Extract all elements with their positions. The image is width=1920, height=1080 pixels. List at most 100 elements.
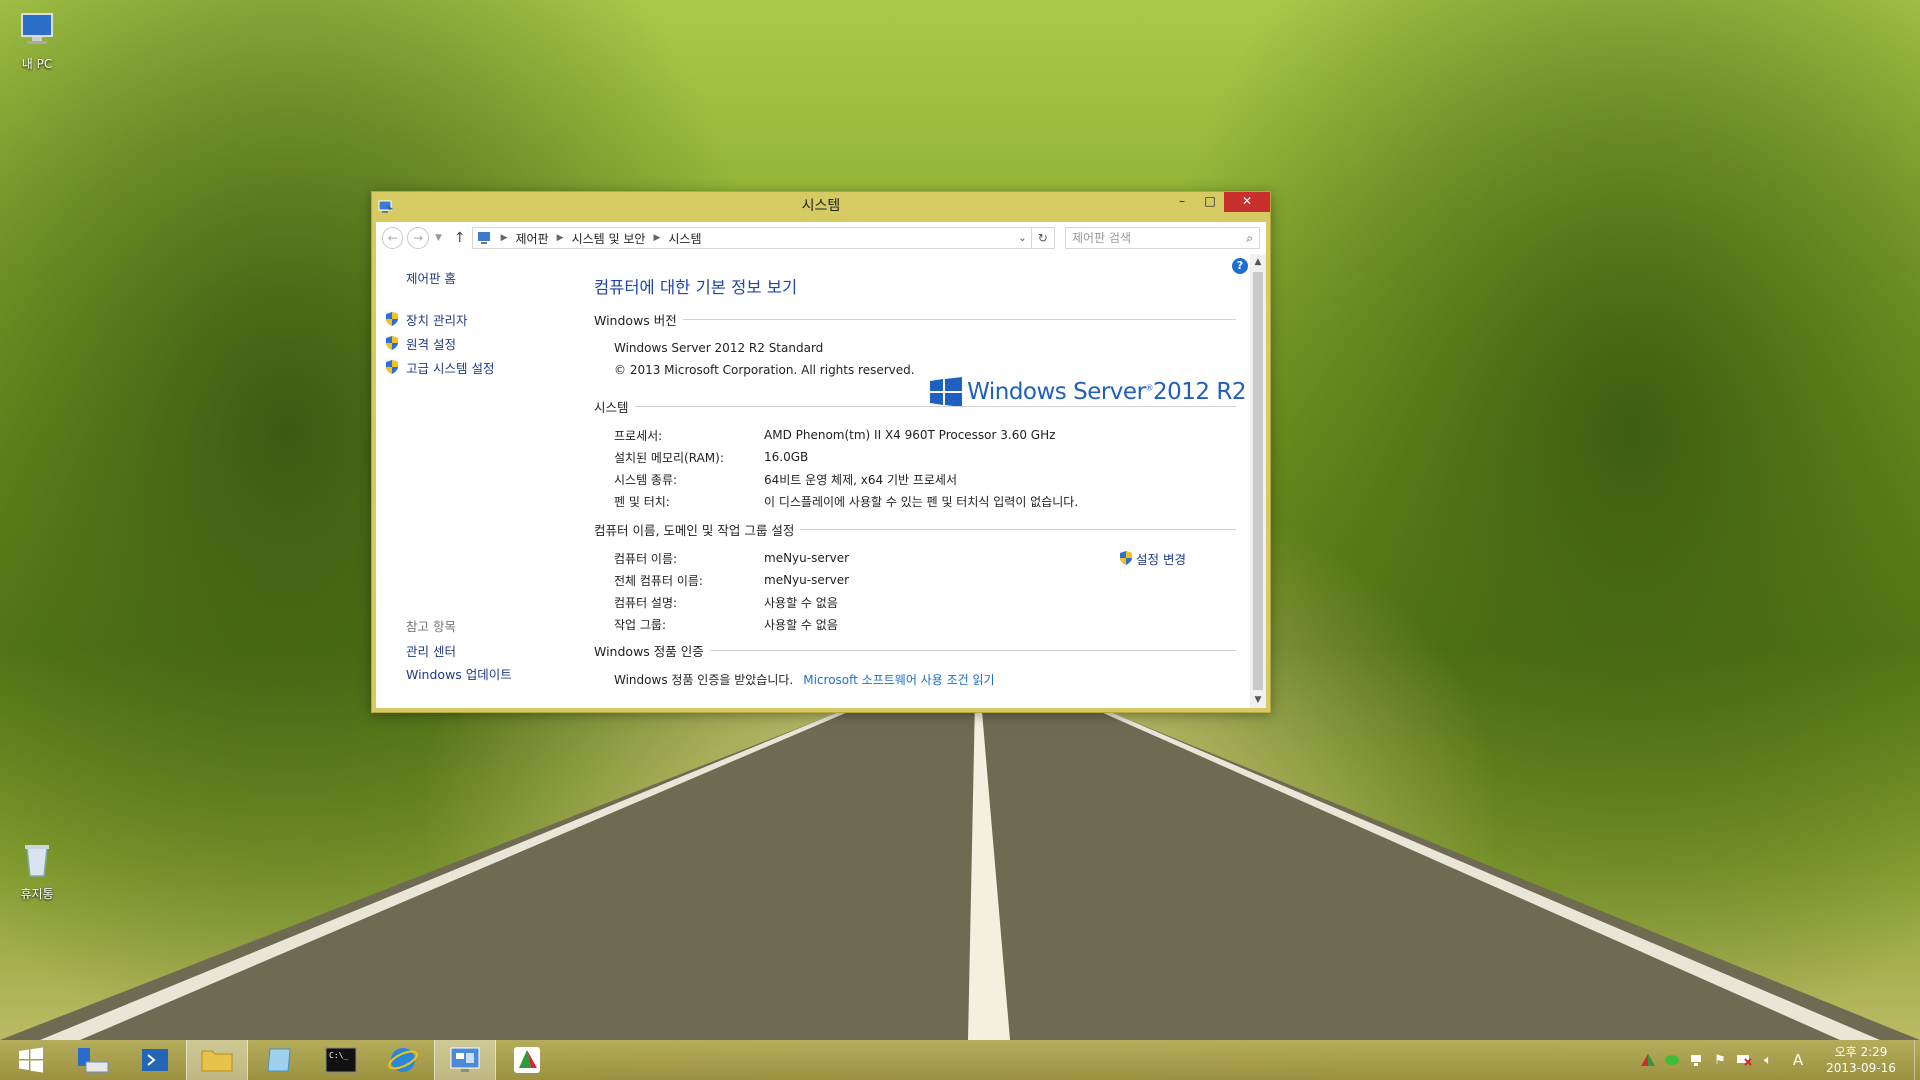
vertical-scrollbar[interactable]: ▲ ▼ <box>1250 254 1266 708</box>
tray-app-icon[interactable] <box>1636 1040 1660 1080</box>
computer-row-description: 컴퓨터 설명: 사용할 수 없음 <box>614 595 838 610</box>
change-settings-link[interactable]: 설정 변경 <box>1118 549 1186 568</box>
recent-locations-chevron-icon[interactable]: ▼ <box>435 233 442 243</box>
remote-settings-label: 원격 설정 <box>406 336 456 352</box>
section-activation: Windows 정품 인증 <box>594 641 1236 660</box>
search-icon[interactable]: ⌕ <box>1246 231 1253 246</box>
tray-volume-icon[interactable]: 🔈︎ <box>1756 1040 1780 1080</box>
windows-start-icon <box>19 1047 43 1073</box>
taskbar-file-explorer[interactable] <box>186 1040 248 1080</box>
section-windows-edition: Windows 버전 <box>594 310 1236 329</box>
forward-button[interactable]: → <box>407 227 429 249</box>
system-row-memory: 설치된 메모리(RAM): 16.0GB <box>614 450 809 465</box>
desktop-icon-label: 휴지통 <box>20 887 54 901</box>
internet-explorer-icon <box>388 1048 418 1072</box>
up-arrow-icon[interactable]: ↑ <box>454 230 466 246</box>
app-logo-icon <box>514 1047 540 1073</box>
taskbar-server-manager[interactable] <box>62 1040 124 1080</box>
page-title: 컴퓨터에 대한 기본 정보 보기 <box>594 278 798 297</box>
close-button[interactable]: ✕ <box>1224 192 1270 212</box>
edition-copyright: © 2013 Microsoft Corporation. All rights… <box>614 363 915 377</box>
tray-network-icon[interactable] <box>1684 1040 1708 1080</box>
breadcrumb-system-security[interactable]: 시스템 및 보안 <box>572 230 646 247</box>
search-input[interactable] <box>1071 231 1247 245</box>
this-pc-icon <box>21 13 53 44</box>
tray-status-icon[interactable] <box>1660 1040 1684 1080</box>
computer-row-name: 컴퓨터 이름: meNyu-server 설정 변경 <box>594 547 1236 569</box>
shield-icon <box>386 312 398 326</box>
maximize-button[interactable]: □ <box>1196 192 1224 212</box>
remote-settings-link[interactable]: 원격 설정 <box>384 331 594 355</box>
minimize-button[interactable]: – <box>1168 192 1196 212</box>
section-header: Windows 버전 <box>594 313 677 328</box>
shield-icon <box>1120 551 1133 565</box>
scrollbar-thumb[interactable] <box>1253 272 1263 690</box>
breadcrumb-separator-icon: ▶ <box>653 233 661 243</box>
main-pane: ? 컴퓨터에 대한 기본 정보 보기 Windows 버전 Windows Se… <box>594 254 1250 708</box>
taskbar-command-prompt[interactable]: C:\_ <box>310 1040 372 1080</box>
breadcrumb[interactable]: ▶ 제어판 ▶ 시스템 및 보안 ▶ 시스템 ⌄ <box>471 227 1032 249</box>
see-also-header: 참고 항목 <box>406 619 456 634</box>
server-manager-icon <box>78 1048 109 1073</box>
advanced-system-settings-link[interactable]: 고급 시스템 설정 <box>384 355 594 379</box>
breadcrumb-control-panel[interactable]: 제어판 <box>516 230 549 247</box>
computer-row-full-name: 전체 컴퓨터 이름: meNyu-server <box>614 573 850 588</box>
breadcrumb-separator-icon: ▶ <box>556 233 564 243</box>
section-header: 시스템 <box>594 400 629 415</box>
forward-arrow-icon: → <box>413 231 424 245</box>
system-window: 시스템 – □ ✕ ← → ▼ ↑ ▶ 제어판 ▶ 시스템 및 보안 ▶ 시스템… <box>371 191 1271 713</box>
taskbar-internet-explorer[interactable] <box>372 1040 434 1080</box>
breadcrumb-separator-icon: ▶ <box>500 233 508 243</box>
device-manager-link[interactable]: 장치 관리자 <box>384 307 594 331</box>
section-computer-name: 컴퓨터 이름, 도메인 및 작업 그룹 설정 <box>594 520 1236 539</box>
command-prompt-icon: C:\_ <box>325 1047 357 1073</box>
content-area: 제어판 홈 장치 관리자 원격 설정 고급 시스템 설정 참고 항목 관리 센터… <box>376 254 1266 708</box>
back-button[interactable]: ← <box>382 227 404 249</box>
svg-text:C:\_: C:\_ <box>329 1051 348 1060</box>
taskbar-control-panel[interactable] <box>434 1040 496 1080</box>
system-app-icon <box>378 200 393 213</box>
activation-row: Windows 정품 인증을 받았습니다. Microsoft 소프트웨어 사용… <box>594 668 1236 690</box>
scroll-down-icon[interactable]: ▼ <box>1250 692 1266 708</box>
clock-time: 오후 2:29 <box>1834 1045 1888 1059</box>
control-panel-icon <box>450 1047 480 1072</box>
show-desktop-button[interactable] <box>1914 1040 1920 1080</box>
shield-icon <box>386 336 398 350</box>
help-icon[interactable]: ? <box>1232 258 1248 274</box>
control-panel-icon <box>477 232 490 244</box>
recycle-bin-icon <box>25 845 49 877</box>
breadcrumb-system[interactable]: 시스템 <box>668 230 701 247</box>
back-arrow-icon: ← <box>387 231 398 245</box>
desktop-icon-this-pc[interactable]: 내 PC <box>2 8 72 72</box>
computer-row-workgroup: 작업 그룹: 사용할 수 없음 <box>614 617 838 632</box>
refresh-button[interactable]: ↻ <box>1031 227 1055 249</box>
desktop-icon-label: 내 PC <box>21 57 53 71</box>
windows-update-link[interactable]: Windows 업데이트 <box>406 664 512 687</box>
license-terms-link[interactable]: Microsoft 소프트웨어 사용 조건 읽기 <box>803 671 994 688</box>
road-background <box>0 700 1920 1040</box>
start-button[interactable] <box>0 1040 62 1080</box>
address-dropdown-chevron-icon[interactable]: ⌄ <box>1018 233 1026 244</box>
desktop-icon-recycle-bin[interactable]: 휴지통 <box>2 838 72 902</box>
section-system: 시스템 <box>594 397 1236 416</box>
system-row-processor: 프로세서: AMD Phenom(tm) II X4 960T Processor… <box>614 428 1056 443</box>
address-bar: ← → ▼ ↑ ▶ 제어판 ▶ 시스템 및 보안 ▶ 시스템 ⌄ ↻ 제어판 검… <box>376 222 1266 254</box>
taskbar: C:\_ ⚑ 🔈︎ A 오후 2:29 2013-09-16 <box>0 1040 1920 1080</box>
control-panel-home-link[interactable]: 제어판 홈 <box>406 268 594 287</box>
left-pane: 제어판 홈 장치 관리자 원격 설정 고급 시스템 설정 참고 항목 관리 센터… <box>376 254 594 708</box>
action-center-link[interactable]: 관리 센터 <box>406 641 512 664</box>
tray-action-center-flag-icon[interactable]: ⚑ <box>1708 1040 1732 1080</box>
scroll-up-icon[interactable]: ▲ <box>1250 254 1266 270</box>
tray-network-disconnected-icon[interactable] <box>1732 1040 1756 1080</box>
window-title: 시스템 <box>801 198 841 214</box>
tray-ime-indicator[interactable]: A <box>1780 1040 1816 1080</box>
shield-icon <box>386 360 398 374</box>
taskbar-app-green-red[interactable] <box>496 1040 558 1080</box>
taskbar-notepad[interactable] <box>248 1040 310 1080</box>
notepad-icon <box>267 1048 291 1072</box>
refresh-icon: ↻ <box>1037 231 1048 245</box>
window-titlebar[interactable]: 시스템 – □ ✕ <box>372 192 1270 222</box>
taskbar-powershell[interactable] <box>124 1040 186 1080</box>
edition-name: Windows Server 2012 R2 Standard <box>614 341 824 355</box>
taskbar-clock[interactable]: 오후 2:29 2013-09-16 <box>1816 1044 1906 1076</box>
